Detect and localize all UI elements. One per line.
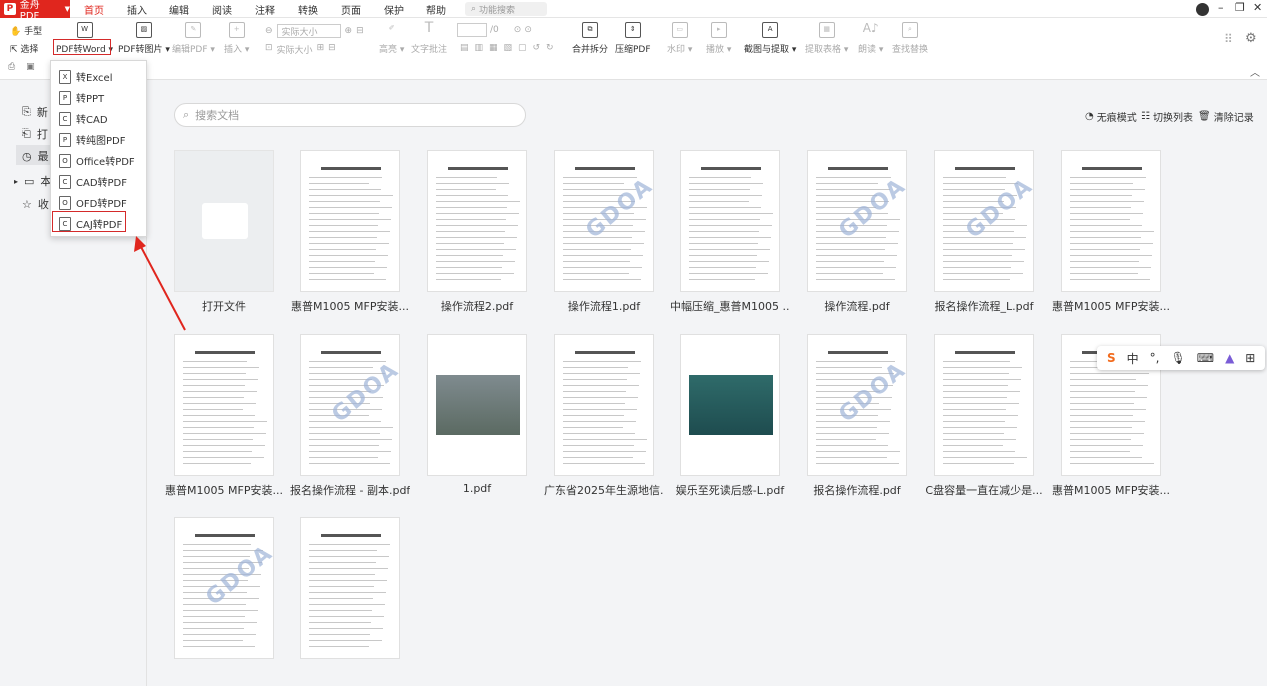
ime-toolbar[interactable]: S 中 °, 🎙 ⌨ ▲ ⊞ ◉: [1097, 346, 1267, 370]
grid-icon[interactable]: ⊞: [1245, 351, 1255, 365]
annotation-arrow: [134, 236, 186, 331]
punctuation-icon[interactable]: °,: [1150, 351, 1160, 365]
ime-logo: S: [1107, 351, 1116, 365]
shirt-icon[interactable]: ▲: [1225, 351, 1234, 365]
ime-language[interactable]: 中: [1127, 350, 1139, 367]
microphone-icon[interactable]: 🎙: [1171, 351, 1186, 365]
keyboard-icon[interactable]: ⌨: [1197, 351, 1214, 365]
